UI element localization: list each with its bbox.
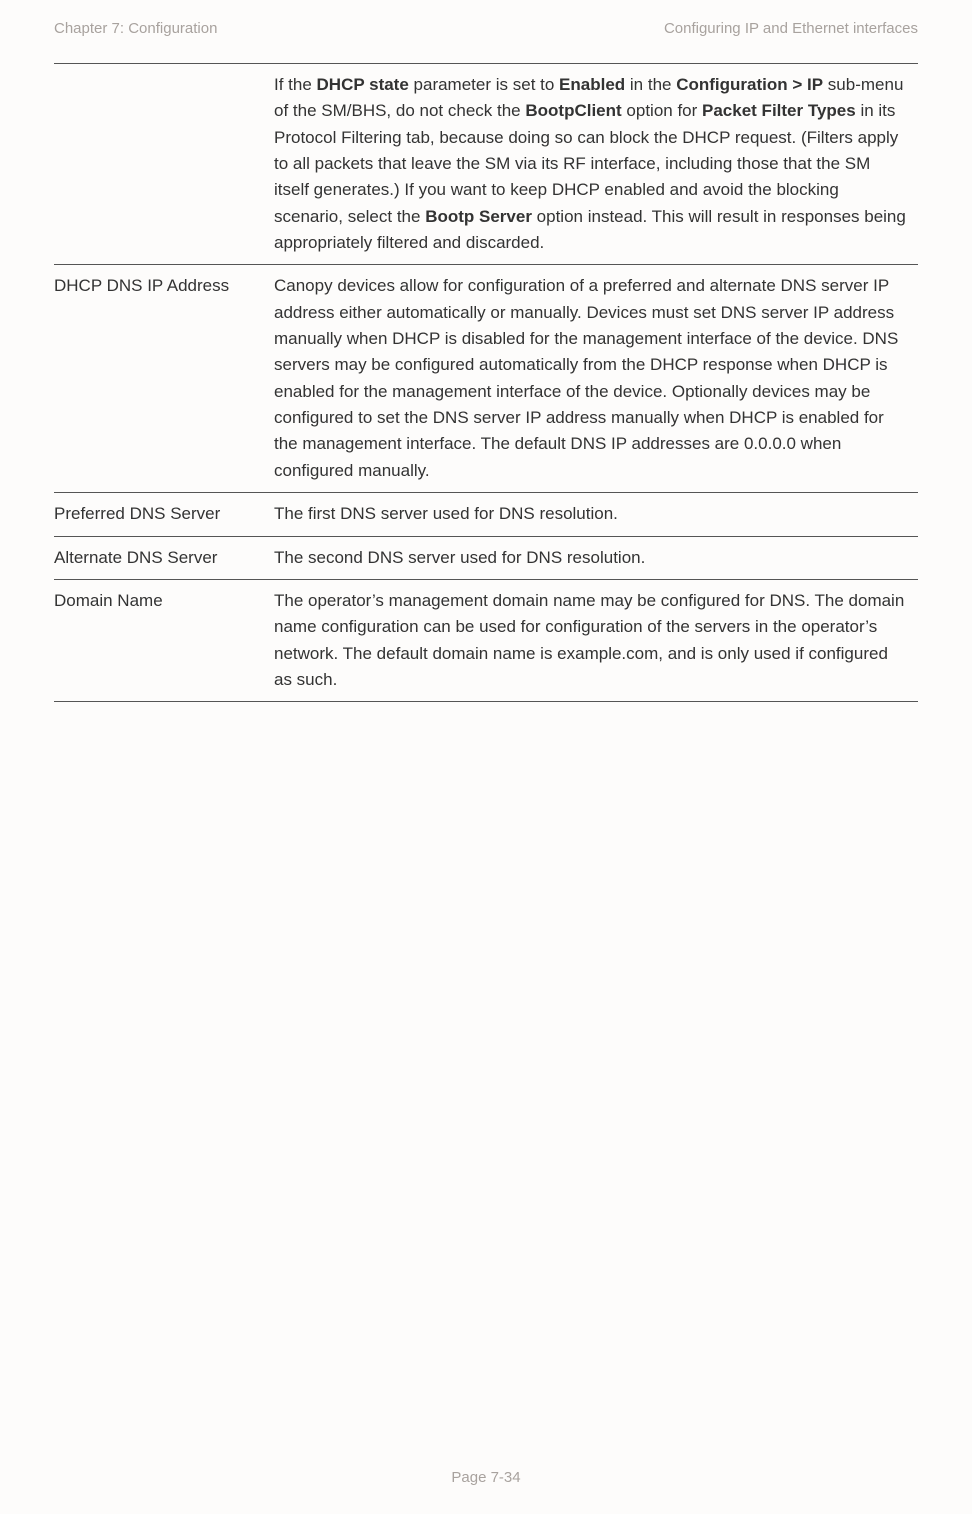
row-description: If the DHCP state parameter is set to En…	[274, 64, 918, 265]
page-header: Chapter 7: Configuration Configuring IP …	[54, 20, 918, 37]
bold-text: Packet Filter Types	[702, 101, 856, 120]
bold-text: Enabled	[559, 75, 625, 94]
bold-text: Configuration > IP	[676, 75, 823, 94]
bold-text: Bootp Server	[425, 207, 532, 226]
table-row: DHCP DNS IP AddressCanopy devices allow …	[54, 265, 918, 493]
table-row: If the DHCP state parameter is set to En…	[54, 64, 918, 265]
row-description: The operator’s management domain name ma…	[274, 579, 918, 701]
header-left: Chapter 7: Configuration	[54, 20, 217, 37]
row-label: DHCP DNS IP Address	[54, 265, 274, 493]
row-description: Canopy devices allow for configuration o…	[274, 265, 918, 493]
page-footer: Page 7-34	[0, 1469, 972, 1486]
bold-text: DHCP state	[317, 75, 409, 94]
row-label: Domain Name	[54, 579, 274, 701]
text: The second DNS server used for DNS resol…	[274, 548, 645, 567]
table-row: Alternate DNS ServerThe second DNS serve…	[54, 536, 918, 579]
row-label: Alternate DNS Server	[54, 536, 274, 579]
text: option for	[622, 101, 702, 120]
row-label	[54, 64, 274, 265]
row-description: The second DNS server used for DNS resol…	[274, 536, 918, 579]
text: in the	[625, 75, 676, 94]
header-right: Configuring IP and Ethernet interfaces	[664, 20, 918, 37]
text: parameter is set to	[409, 75, 559, 94]
table-row: Domain NameThe operator’s management dom…	[54, 579, 918, 701]
table-row: Preferred DNS ServerThe first DNS server…	[54, 493, 918, 536]
text: The operator’s management domain name ma…	[274, 591, 904, 689]
text: If the	[274, 75, 317, 94]
text: Canopy devices allow for configuration o…	[274, 276, 898, 479]
row-description: The first DNS server used for DNS resolu…	[274, 493, 918, 536]
row-label: Preferred DNS Server	[54, 493, 274, 536]
text: The first DNS server used for DNS resolu…	[274, 504, 618, 523]
bold-text: BootpClient	[525, 101, 621, 120]
definition-table: If the DHCP state parameter is set to En…	[54, 63, 918, 702]
